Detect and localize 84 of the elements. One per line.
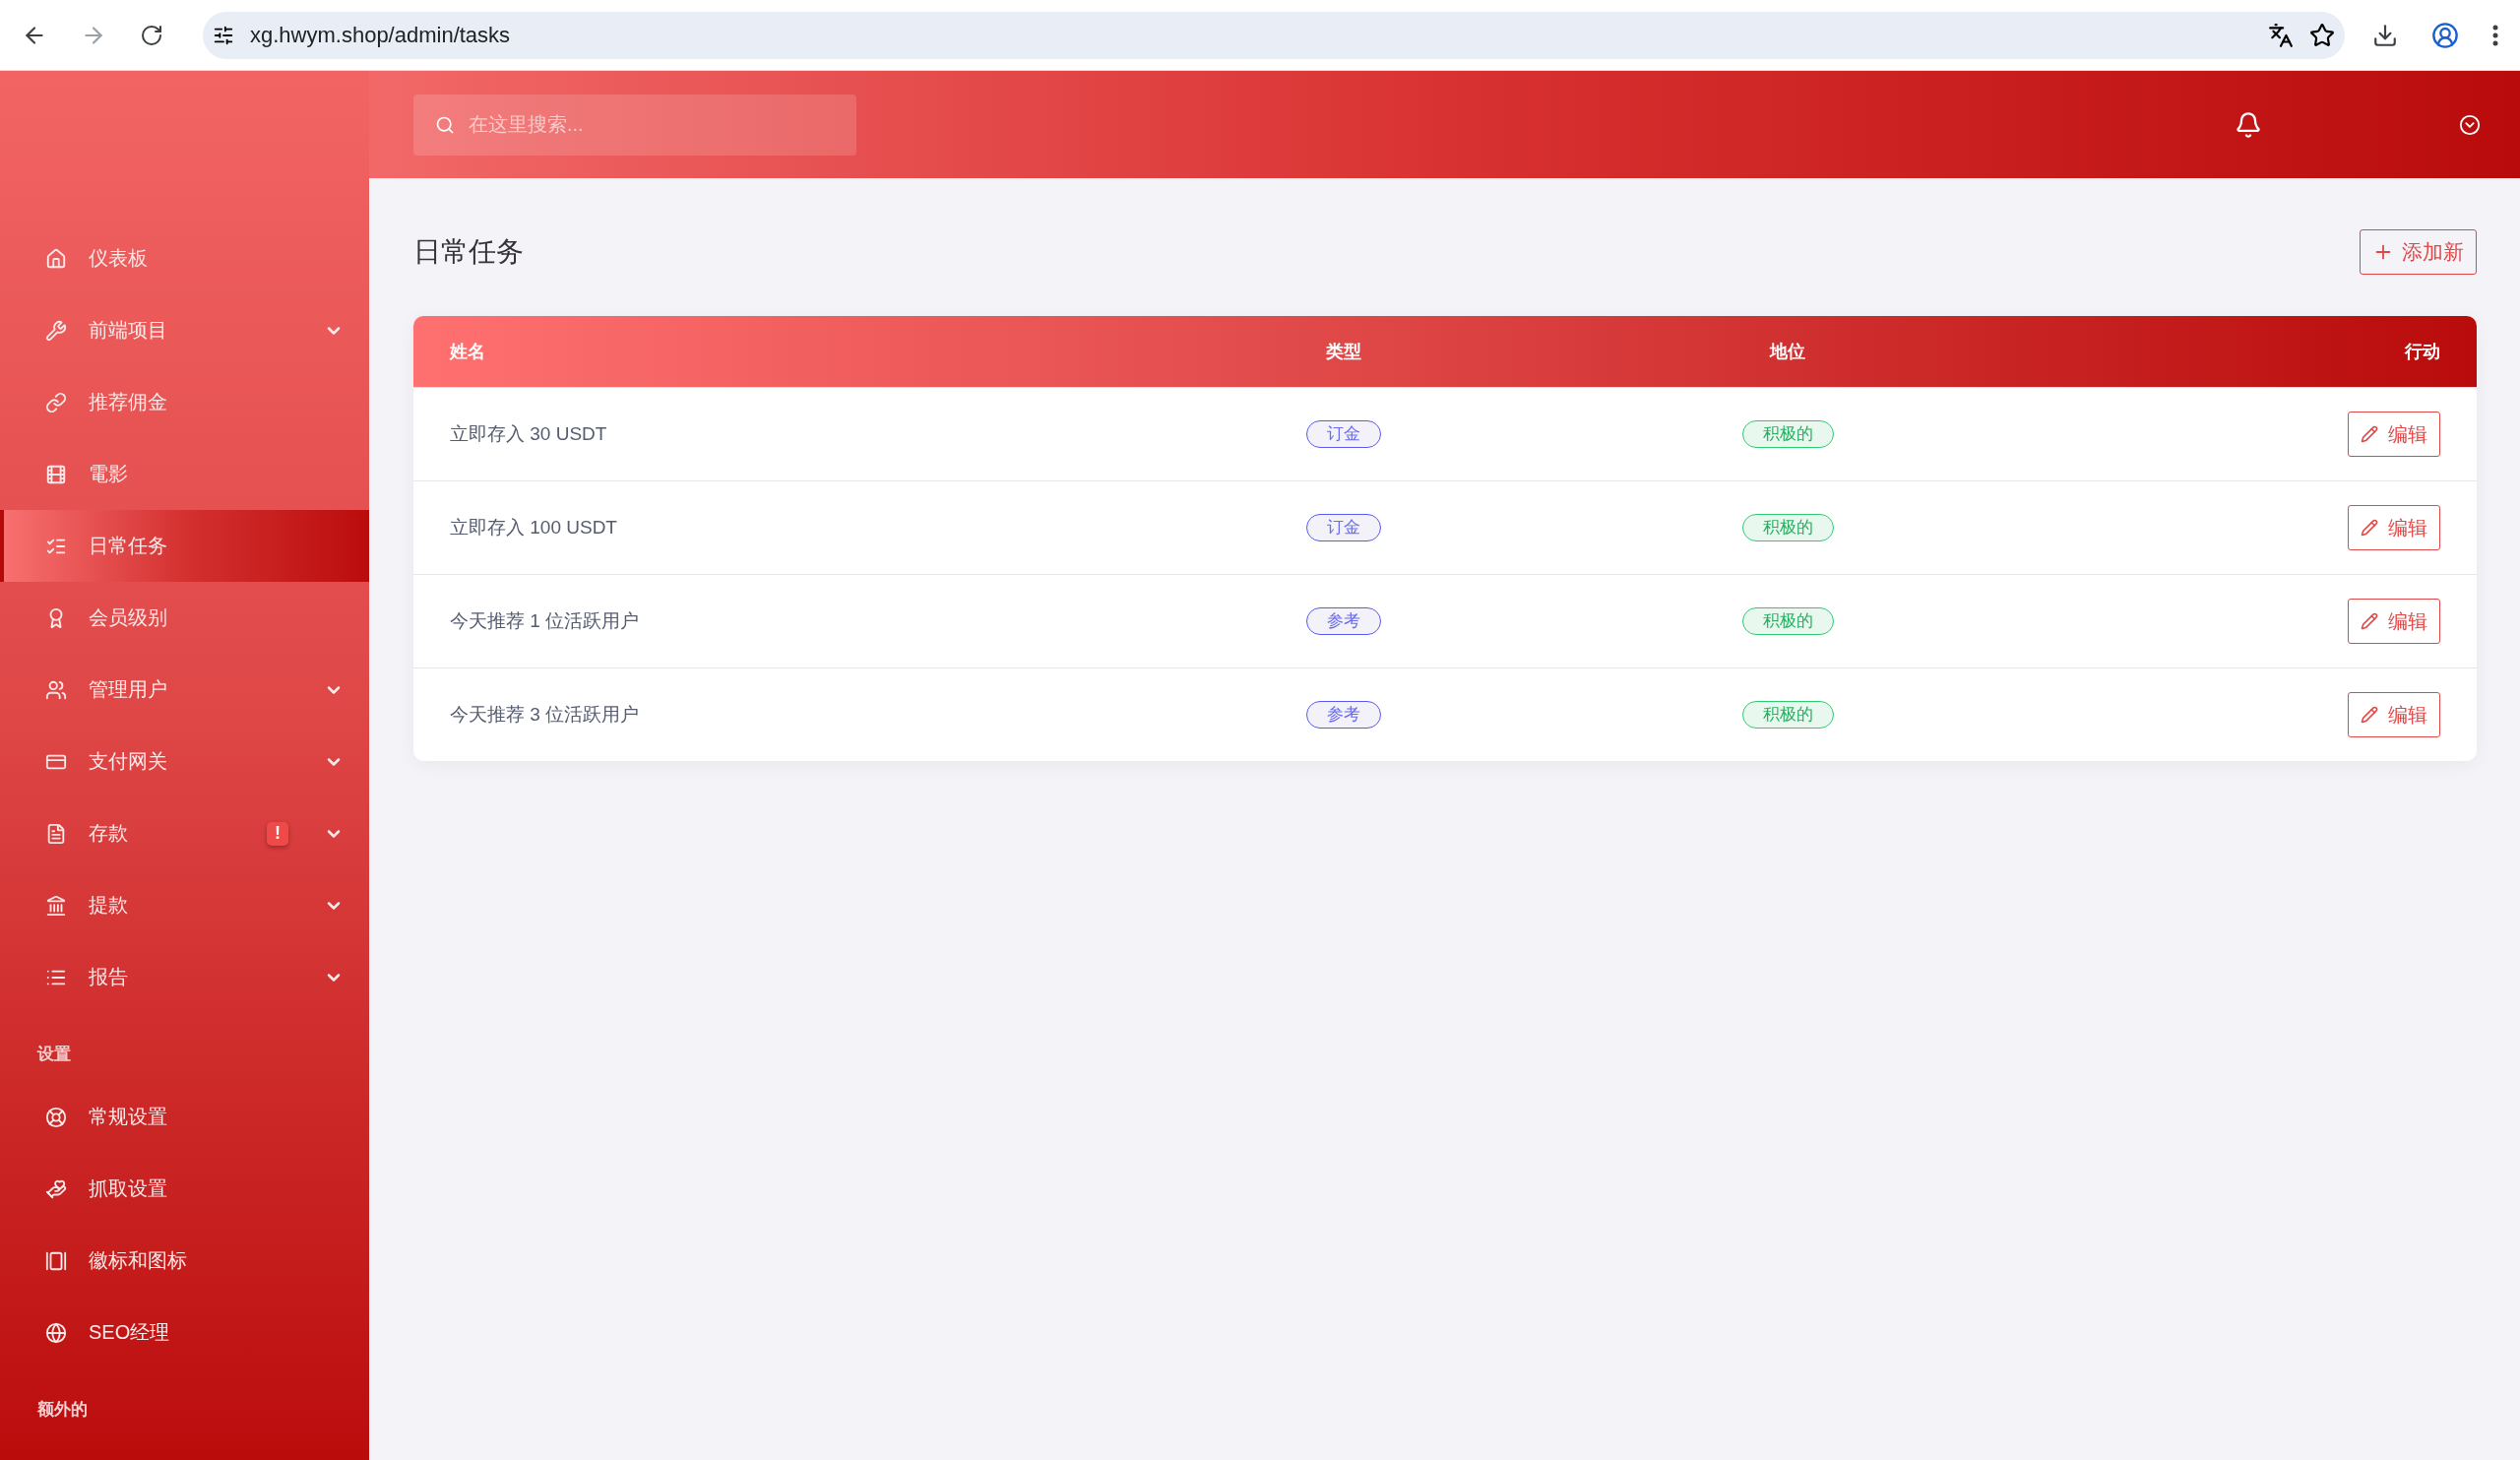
edit-button[interactable]: 编辑: [2348, 505, 2440, 550]
task-name: 今天推荐 3 位活跃用户: [450, 703, 641, 727]
tools-icon: [45, 319, 67, 342]
pencil-icon: [2361, 425, 2378, 443]
gallery-icon: [45, 1249, 67, 1272]
sidebar-item[interactable]: 電影: [0, 438, 369, 510]
pencil-icon: [2361, 612, 2378, 630]
notification-bell-icon[interactable]: [2235, 110, 2262, 139]
sidebar-item[interactable]: 会员级别: [0, 582, 369, 654]
pencil-icon: [2361, 519, 2378, 537]
dropdown-chevron-icon[interactable]: [2459, 113, 2481, 136]
search-input[interactable]: 在这里搜索...: [467, 112, 835, 137]
translate-icon[interactable]: [2268, 22, 2294, 48]
add-new-button[interactable]: 添加新: [2360, 229, 2477, 275]
sidebar-item-label: 报告: [89, 965, 129, 989]
sidebar-item[interactable]: 徽标和图标: [0, 1225, 369, 1297]
column-header: 姓名: [450, 341, 485, 363]
more-dots-icon: [2492, 24, 2498, 46]
sidebar-item-label: SEO经理: [89, 1320, 171, 1345]
user-icon: [2431, 21, 2459, 49]
status-tag: 积极的: [1741, 420, 1834, 448]
task-name: 立即存入 30 USDT: [450, 422, 608, 446]
reload-icon: [140, 23, 163, 47]
site-settings-icon[interactable]: [213, 24, 234, 46]
sidebar-item[interactable]: 仪表板: [0, 222, 369, 294]
column-header: 行动: [2405, 341, 2440, 363]
sidebar-item[interactable]: 报告: [0, 941, 369, 1013]
column-header: 类型: [1326, 341, 1361, 363]
search-icon: [435, 114, 455, 135]
sidebar-item-label: 電影: [89, 462, 129, 486]
sidebar-item-label: 前端项目: [89, 318, 168, 343]
edit-button[interactable]: 编辑: [2348, 412, 2440, 457]
type-tag: 订金: [1306, 514, 1381, 541]
pencil-icon: [2361, 706, 2378, 724]
type-tag: 参考: [1306, 701, 1381, 729]
search-field[interactable]: 在这里搜索...: [413, 94, 856, 156]
status-tag: 积极的: [1741, 701, 1834, 729]
invoice-icon: [45, 822, 67, 845]
sidebar-item-label: 抓取设置: [89, 1176, 168, 1201]
sidebar-item-label: 支付网关: [89, 749, 168, 774]
edit-button[interactable]: 编辑: [2348, 599, 2440, 644]
task-name: 立即存入 100 USDT: [450, 516, 618, 540]
globe-icon: [45, 1321, 67, 1344]
sidebar-item-label: 日常任务: [89, 534, 168, 558]
sidebar-item-label: 仪表板: [89, 246, 149, 271]
sidebar-item[interactable]: 提款: [0, 869, 369, 941]
sidebar-item[interactable]: 常规设置: [0, 1081, 369, 1153]
type-tag: 参考: [1306, 607, 1381, 635]
sidebar-item[interactable]: 抓取设置: [0, 1153, 369, 1225]
lifebuoy-icon: [45, 1106, 67, 1128]
sidebar-item-label: 常规设置: [89, 1105, 168, 1129]
sidebar-item-label: 会员级别: [89, 605, 168, 630]
users-icon: [45, 678, 67, 701]
address-bar[interactable]: xg.hwym.shop/admin/tasks: [203, 11, 2345, 59]
task-name: 今天推荐 1 位活跃用户: [450, 609, 641, 633]
sidebar-item-label: 推荐佣金: [89, 390, 168, 414]
hand-heart-icon: [45, 1177, 67, 1200]
house-icon: [45, 247, 67, 270]
column-header: 地位: [1770, 341, 1805, 363]
sidebar-item-label: 存款: [89, 821, 129, 846]
alert-badge: !: [267, 821, 288, 846]
sidebar-item[interactable]: SEO经理: [0, 1297, 369, 1368]
url-text: xg.hwym.shop/admin/tasks: [250, 22, 512, 48]
sidebar-section-title: 额外的: [36, 1399, 89, 1421]
download-icon: [2372, 22, 2398, 48]
sidebar-item[interactable]: 支付网关: [0, 726, 369, 797]
sidebar-section-title: 设置: [35, 1044, 72, 1065]
sidebar-item-label: 管理用户: [89, 677, 168, 702]
link-icon: [45, 391, 67, 413]
edit-button[interactable]: 编辑: [2348, 692, 2440, 737]
type-tag: 订金: [1306, 420, 1381, 448]
bookmark-star-icon[interactable]: [2309, 22, 2335, 48]
sidebar-item[interactable]: 管理用户: [0, 654, 369, 726]
page-title: 日常任务: [413, 235, 524, 269]
sidebar-item[interactable]: 前端项目: [0, 294, 369, 366]
sidebar-item-label: 徽标和图标: [89, 1248, 188, 1273]
status-tag: 积极的: [1741, 514, 1834, 541]
status-tag: 积极的: [1741, 607, 1834, 635]
sidebar-item-label: 提款: [89, 893, 129, 918]
sidebar-item[interactable]: 推荐佣金: [0, 366, 369, 438]
sidebar-item[interactable]: 日常任务: [0, 510, 369, 582]
bank-icon: [45, 894, 67, 917]
film-icon: [45, 463, 67, 485]
sidebar-item[interactable]: 存款 !: [0, 797, 369, 869]
